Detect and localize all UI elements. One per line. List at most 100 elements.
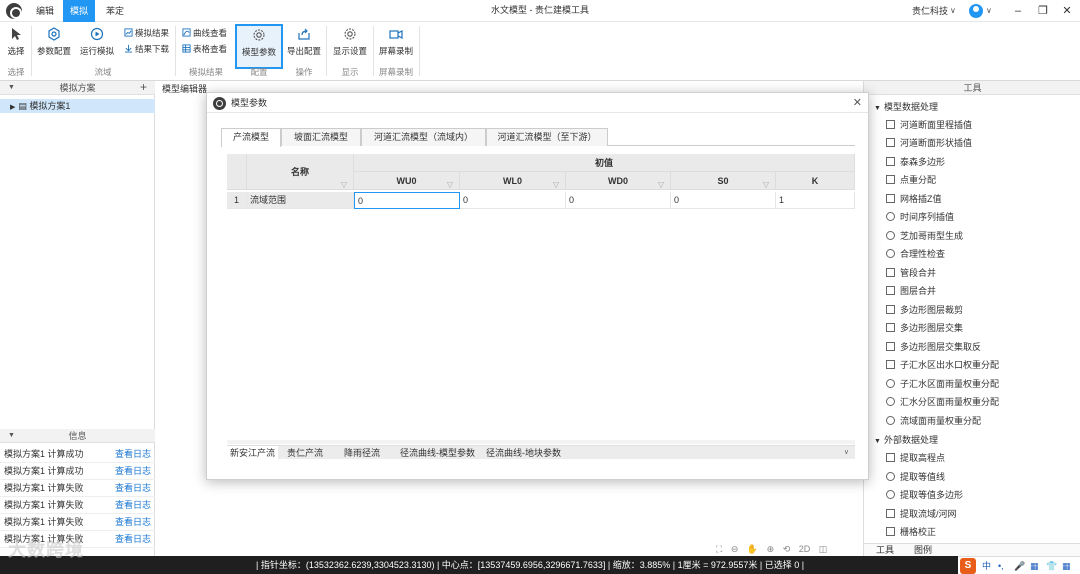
refresh-icon[interactable]: ⟲	[783, 542, 791, 556]
sogou-logo-icon[interactable]: S	[960, 558, 976, 574]
curve-view-button[interactable]: 曲线查看	[182, 26, 227, 41]
tool-item[interactable]: 提取等值多边形	[886, 486, 963, 504]
tab-river-confluence-inner[interactable]: 河道汇流模型（流域内）	[361, 128, 486, 146]
chinese-mode-icon[interactable]: 中	[982, 557, 991, 574]
fullscreen-icon[interactable]: ⛶	[716, 542, 722, 556]
tool-item[interactable]: 多边形图层裁剪	[886, 301, 963, 319]
tool-item[interactable]: 泰森多边形	[886, 153, 945, 171]
tool-item[interactable]: 管段合并	[886, 264, 936, 282]
view-log-link[interactable]: 查看日志	[115, 446, 151, 463]
view-log-link[interactable]: 查看日志	[115, 480, 151, 497]
view-log-link[interactable]: 查看日志	[115, 531, 151, 548]
table-view-button[interactable]: 表格查看	[182, 42, 227, 57]
tool-group-model-data[interactable]: ▼ 模型数据处理	[874, 99, 938, 115]
tool-item[interactable]: 图层合并	[886, 282, 936, 300]
collapse-caret-icon[interactable]: ▼	[874, 438, 881, 445]
zoom-out-icon[interactable]: ⊖	[731, 542, 739, 556]
user-avatar-icon[interactable]	[969, 4, 983, 18]
close-window-button[interactable]: ✕	[1056, 0, 1078, 22]
cell-s0-input[interactable]: 0	[671, 192, 776, 209]
minimize-button[interactable]: –	[1007, 0, 1029, 22]
export-config-button[interactable]: 导出配置	[285, 25, 323, 67]
tab-runoff-curve-parcel[interactable]: 径流曲线-地块参数	[486, 446, 561, 460]
avatar-chevron-down-icon[interactable]: ∨	[986, 0, 992, 22]
filter-funnel-icon[interactable]: ▽	[447, 176, 453, 194]
collapse-caret-icon[interactable]: ▼	[874, 105, 881, 112]
collapse-caret-icon[interactable]: ▼	[8, 429, 15, 443]
skin-icon[interactable]: 👕	[1046, 557, 1057, 574]
filter-funnel-icon[interactable]: ▽	[763, 176, 769, 194]
punctuation-icon[interactable]: •,	[998, 557, 1004, 574]
tool-item[interactable]: 网格插Z值	[886, 190, 942, 208]
tab-runoff-curve-model[interactable]: 径流曲线-模型参数	[400, 446, 475, 460]
tree-item-scheme[interactable]: ▶ ▤ 模拟方案1	[0, 99, 155, 113]
tab-rainfall-runoff[interactable]: 降雨径流	[344, 446, 380, 460]
param-config-button[interactable]: 参数配置	[35, 25, 73, 67]
menu-tab-calibrate[interactable]: 苯定	[98, 0, 132, 22]
tool-item[interactable]: 多边形图层交集	[886, 319, 963, 337]
cell-k-input[interactable]: 1	[776, 192, 855, 209]
menu-tab-simulate[interactable]: 模拟	[63, 0, 95, 22]
collapse-caret-icon[interactable]: ▼	[8, 81, 15, 95]
tab-guiren-runoff[interactable]: 贵仁产流	[287, 446, 323, 460]
display-settings-button[interactable]: 显示设置	[330, 25, 370, 67]
tool-item[interactable]: 多边形图层交集取反	[886, 338, 981, 356]
column-header-s0[interactable]: S0 ▽	[671, 172, 776, 190]
filter-funnel-icon[interactable]: ▽	[553, 176, 559, 194]
menu-tab-edit[interactable]: 编辑	[30, 0, 60, 22]
editor-tab[interactable]: 模型编辑器	[162, 82, 207, 96]
microphone-icon[interactable]: 🎤	[1014, 557, 1025, 574]
toolbox-icon[interactable]: ▦	[1062, 557, 1071, 574]
split-view-icon[interactable]: ◫	[819, 542, 828, 556]
column-header-name[interactable]: 名称 ▽	[247, 154, 354, 190]
keyboard-icon[interactable]: ▦	[1030, 557, 1039, 574]
result-download-button[interactable]: 结果下载	[124, 42, 169, 57]
cell-wl0-input[interactable]: 0	[460, 192, 566, 209]
tool-item[interactable]: 合理性检查	[886, 245, 945, 263]
tool-item[interactable]: 汇水分区面雨量权重分配	[886, 393, 999, 411]
view-log-link[interactable]: 查看日志	[115, 514, 151, 531]
tool-item[interactable]: 提取等值线	[886, 468, 945, 486]
model-params-button[interactable]: 模型参数	[235, 24, 283, 69]
column-header-wu0[interactable]: WU0 ▽	[354, 172, 460, 190]
tool-group-external-data[interactable]: ▼ 外部数据处理	[874, 432, 938, 448]
tool-item[interactable]: 时间序列插值	[886, 208, 954, 226]
tab-runoff-model[interactable]: 产流模型	[221, 128, 281, 147]
tool-item[interactable]: 子汇水区出水口权重分配	[886, 356, 999, 374]
zoom-in-icon[interactable]: ⊕	[767, 542, 775, 556]
user-company[interactable]: 贵仁科技	[912, 0, 948, 22]
view-2d-toggle[interactable]: 2D	[799, 542, 811, 556]
view-log-link[interactable]: 查看日志	[115, 497, 151, 514]
run-simulation-button[interactable]: 运行模拟	[78, 25, 116, 67]
pan-hand-icon[interactable]: ✋	[747, 542, 758, 556]
tool-item[interactable]: 芝加哥雨型生成	[886, 227, 963, 245]
tab-xinanjiang-runoff[interactable]: 新安江产流	[227, 446, 279, 460]
restore-button[interactable]: ❐	[1032, 0, 1054, 22]
tool-item[interactable]: 河道断面里程插值	[886, 116, 972, 134]
expand-arrow-icon[interactable]: ▶	[10, 104, 15, 111]
column-header-k[interactable]: K	[776, 172, 855, 190]
tool-item[interactable]: 河道断面形状插值	[886, 134, 972, 152]
add-scheme-icon[interactable]: +	[140, 80, 147, 94]
screen-record-button[interactable]: 屏幕录制	[376, 25, 416, 67]
tab-river-confluence-downstream[interactable]: 河道汇流模型（至下游）	[486, 128, 608, 146]
select-button[interactable]: 选择	[2, 25, 30, 67]
column-header-wl0[interactable]: WL0 ▽	[460, 172, 566, 190]
tool-item[interactable]: 提取流域/河网	[886, 505, 957, 523]
close-icon[interactable]: ✕	[853, 93, 862, 113]
view-log-link[interactable]: 查看日志	[115, 463, 151, 480]
tab-slope-confluence[interactable]: 坡面汇流模型	[281, 128, 361, 146]
cell-wd0-input[interactable]: 0	[566, 192, 671, 209]
tool-item[interactable]: 子汇水区面雨量权重分配	[886, 375, 999, 393]
chevron-down-icon[interactable]: ∨	[844, 446, 849, 460]
company-chevron-down-icon[interactable]: ∨	[950, 0, 956, 22]
cell-wu0-input[interactable]: 0	[354, 192, 460, 209]
tool-item[interactable]: 栅格校正	[886, 523, 936, 541]
tool-item[interactable]: 流域面雨量权重分配	[886, 412, 981, 430]
sim-result-button[interactable]: 模拟结果	[124, 26, 169, 41]
tool-item[interactable]: 提取高程点	[886, 449, 945, 467]
filter-funnel-icon[interactable]: ▽	[658, 176, 664, 194]
column-header-wd0[interactable]: WD0 ▽	[566, 172, 671, 190]
horizontal-scrollbar[interactable]	[227, 440, 855, 444]
tool-item[interactable]: 点重分配	[886, 171, 936, 189]
